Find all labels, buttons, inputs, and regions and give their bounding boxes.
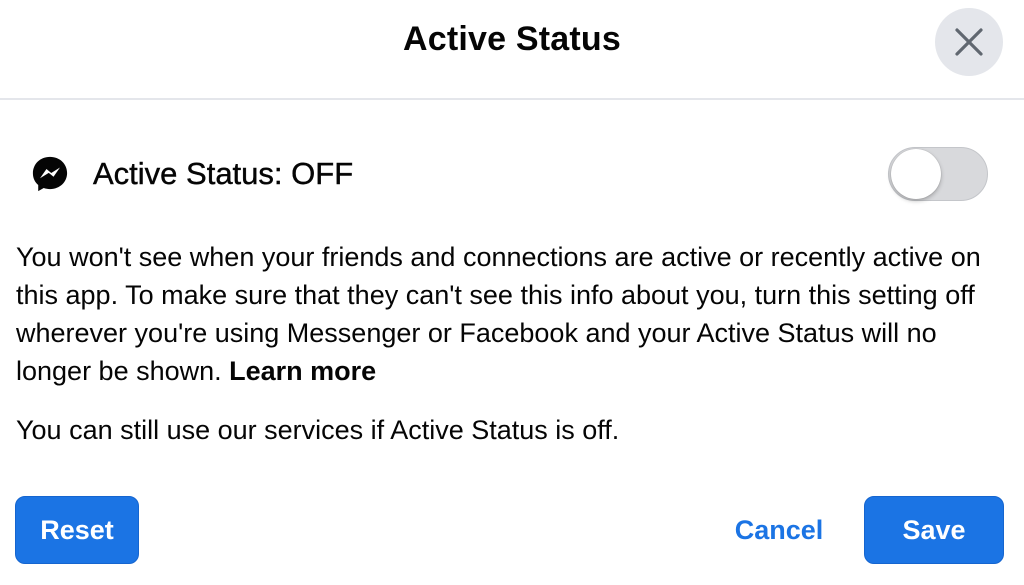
active-status-row: Active Status: OFF xyxy=(0,140,1024,210)
close-button[interactable] xyxy=(935,8,1003,76)
active-status-dialog: Active Status Active Status: OFF You won… xyxy=(0,0,1024,585)
description-text: You won't see when your friends and conn… xyxy=(16,238,1016,390)
active-status-label: Active Status: OFF xyxy=(93,156,354,191)
description-body: You won't see when your friends and conn… xyxy=(16,242,981,386)
learn-more-link[interactable]: Learn more xyxy=(229,356,376,386)
close-icon xyxy=(955,28,983,56)
messenger-icon xyxy=(32,156,68,192)
save-button[interactable]: Save xyxy=(864,496,1004,564)
dialog-title: Active Status xyxy=(402,20,621,58)
toggle-knob xyxy=(891,149,941,199)
dialog-header: Active Status xyxy=(0,0,1024,100)
note-text: You can still use our services if Active… xyxy=(16,415,620,445)
cancel-button[interactable]: Cancel xyxy=(718,496,840,564)
active-status-toggle[interactable] xyxy=(888,147,988,201)
reset-button[interactable]: Reset xyxy=(15,496,139,564)
